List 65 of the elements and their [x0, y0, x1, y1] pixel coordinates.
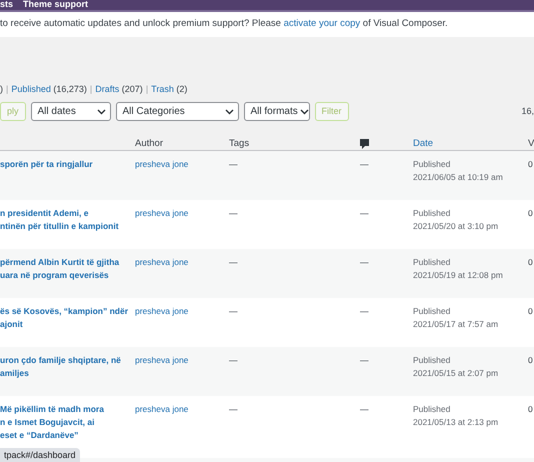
tags-cell: —: [229, 256, 238, 266]
status-filter-link[interactable]: Published: [11, 84, 51, 94]
post-date: 2021/05/15 at 2:07 pm: [413, 366, 500, 380]
tags-cell: —: [229, 158, 238, 168]
post-title[interactable]: ës së Kosovës, “kampion” ndër ajonit: [0, 304, 135, 330]
filter-select[interactable]: All dates: [30, 102, 111, 121]
comments-cell: —: [360, 354, 368, 364]
column-header: V: [528, 138, 534, 150]
separator: |: [6, 83, 8, 96]
author-link[interactable]: presheva jone: [135, 256, 229, 268]
status-count: (207): [122, 84, 143, 94]
post-title[interactable]: uron çdo familje shqiptare, në amiljes: [0, 354, 135, 380]
author-link[interactable]: presheva jone: [135, 206, 229, 220]
status-count: ): [0, 83, 3, 96]
tags-cell: —: [229, 208, 238, 218]
post-status: Published: [413, 304, 452, 318]
admin-bar-item[interactable]: Theme support: [23, 0, 88, 10]
column-header: Tags: [229, 138, 250, 150]
post-status: Published: [413, 158, 452, 170]
post-title[interactable]: përmend Albin Kurtit të gjitha uara në program qeverisës: [0, 256, 135, 282]
post-date: 2021/05/17 at 7:57 am: [413, 318, 500, 330]
views-cell: 0: [528, 404, 533, 414]
post-status: Published: [413, 402, 452, 416]
status-count: (2): [176, 84, 188, 94]
views-cell: 0: [528, 208, 533, 218]
post-date: 2021/05/19 at 12:08 pm: [413, 268, 504, 282]
post-status: Published: [413, 354, 452, 366]
item-count: 16,: [521, 104, 534, 118]
status-count: (16,273): [53, 84, 87, 94]
comments-cell: —: [360, 208, 368, 218]
separator: |: [90, 83, 92, 96]
post-title[interactable]: Më pikëllim të madh mora n e Ismet Bogujavcit, ai eset e “Dardanëve”: [0, 402, 135, 442]
post-date: 2021/05/13 at 2:13 pm: [413, 416, 500, 428]
author-link[interactable]: presheva jone: [135, 402, 229, 416]
comments-cell: —: [360, 306, 368, 316]
post-date: 2021/05/20 at 3:10 pm: [413, 220, 500, 232]
author-link[interactable]: presheva jone: [135, 304, 229, 318]
post-date: 2021/06/05 at 10:19 am: [413, 170, 504, 184]
tags-cell: —: [229, 354, 238, 364]
post-title[interactable]: n presidentit Ademi, e ntinën për titullin e kampionit: [0, 206, 135, 232]
comments-cell: —: [360, 158, 368, 168]
status-filter-link[interactable]: Trash: [151, 84, 174, 94]
views-cell: 0: [528, 158, 533, 168]
views-cell: 0: [528, 354, 533, 364]
author-link[interactable]: presheva jone: [135, 158, 229, 170]
author-link[interactable]: presheva jone: [135, 354, 229, 366]
notice-text: to receive automatic updates and unlock premium support? Please activate your copy of Visual Composer.: [0, 17, 448, 32]
views-cell: 0: [528, 306, 533, 316]
tags-cell: —: [229, 306, 238, 316]
post-title[interactable]: sporën për ta ringjallur: [0, 158, 135, 170]
tags-cell: —: [229, 404, 238, 414]
filter-select[interactable]: All formats: [244, 102, 310, 121]
post-status: Published: [413, 256, 452, 268]
activate-link[interactable]: activate your copy: [284, 18, 360, 30]
views-cell: 0: [528, 256, 533, 266]
post-status: Published: [413, 206, 452, 220]
comments-cell: —: [360, 256, 368, 266]
separator: |: [146, 83, 148, 96]
admin-bar-item[interactable]: sts: [0, 0, 14, 10]
filter-select[interactable]: All Categories: [116, 102, 239, 121]
column-header: Author: [135, 138, 164, 150]
date-sort-link[interactable]: Date: [413, 138, 528, 150]
comments-cell: —: [360, 404, 368, 414]
status-filter-link[interactable]: Drafts: [95, 84, 120, 94]
status-bar-url: tpack#/dashboard: [0, 448, 80, 462]
